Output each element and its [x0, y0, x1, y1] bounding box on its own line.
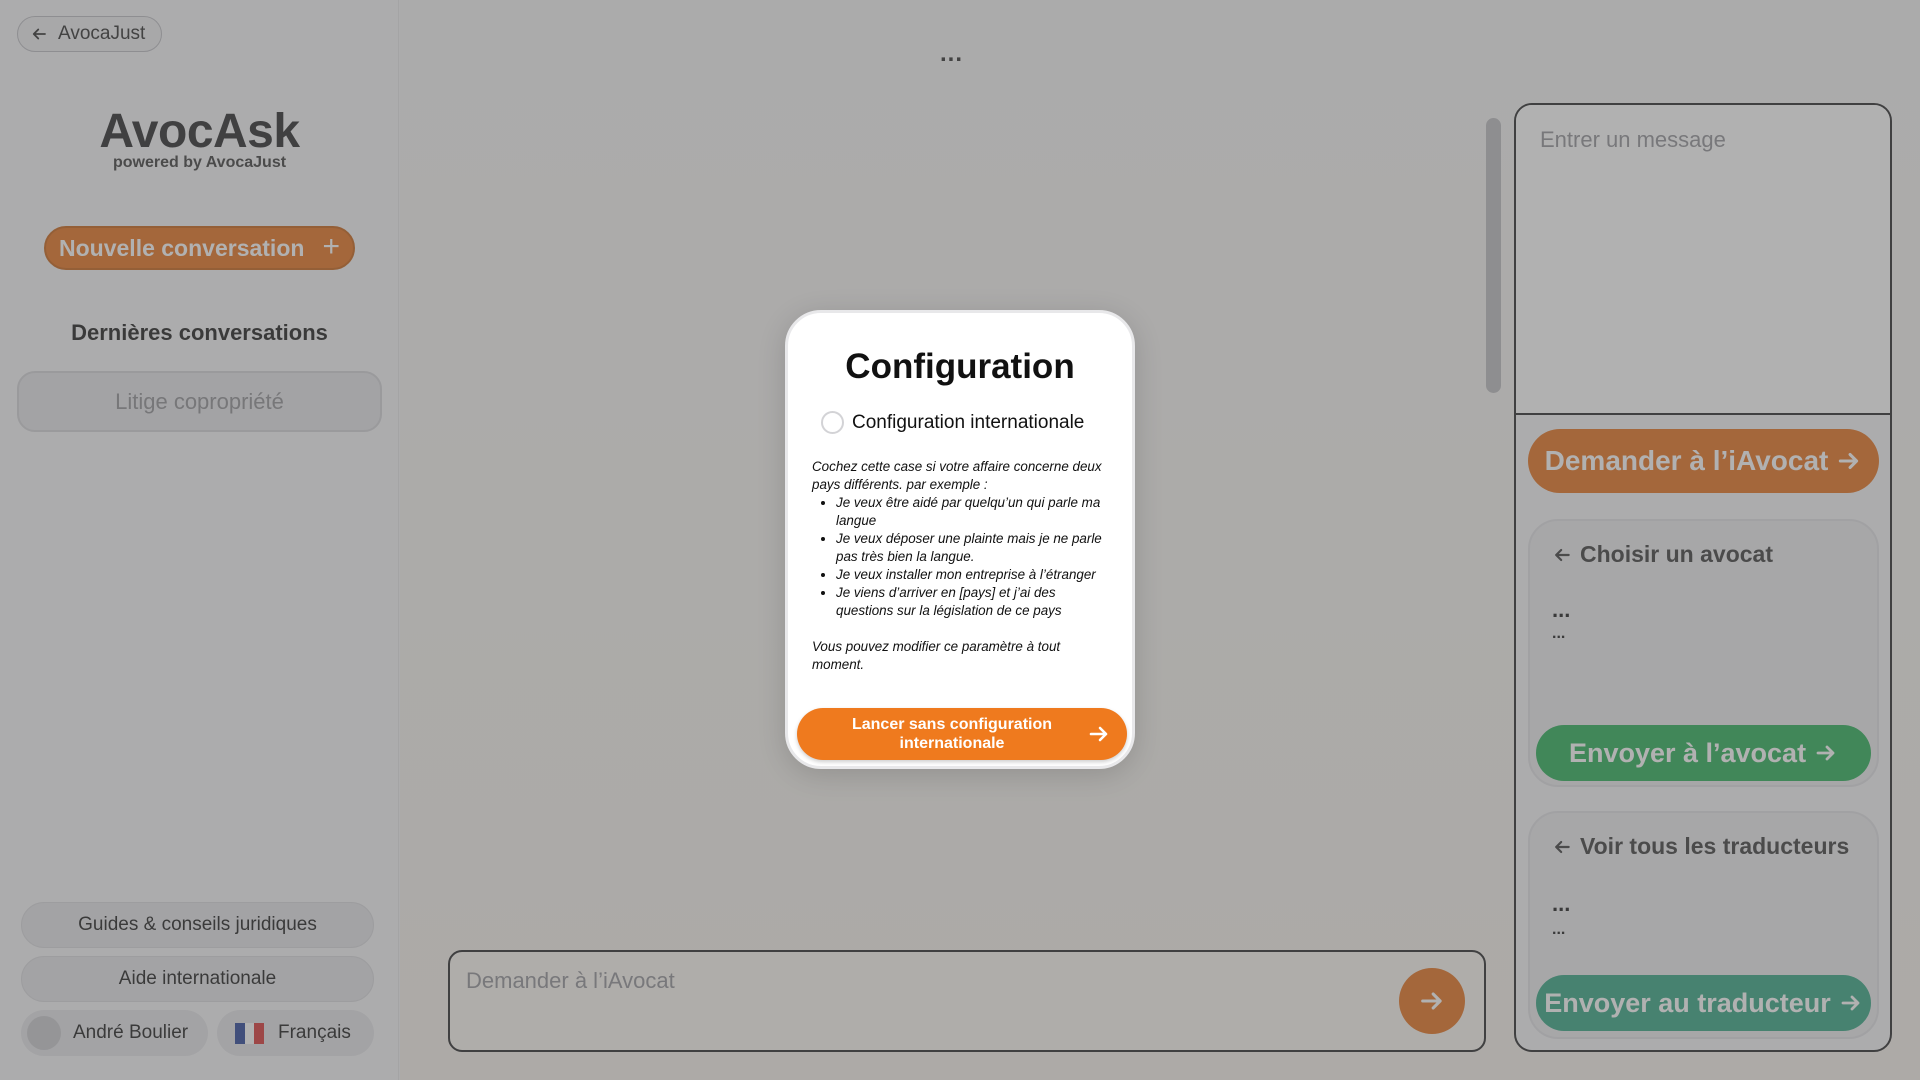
list-item: Je viens d’arriver en [pays] et j’ai des… — [836, 584, 1112, 620]
list-item: Je veux déposer une plainte mais je ne p… — [836, 530, 1112, 566]
configuration-modal: Configuration Configuration internationa… — [785, 310, 1135, 769]
checkbox-circle-icon[interactable] — [821, 411, 844, 434]
arrow-right-icon — [1089, 726, 1108, 742]
launch-button-label: Lancer sans configuration internationale — [851, 716, 1053, 752]
modal-note: Vous pouvez modifier ce paramètre à tout… — [812, 639, 1061, 672]
modal-description: Cochez cette case si votre affaire conce… — [812, 458, 1112, 674]
modal-intro: Cochez cette case si votre affaire conce… — [812, 459, 1102, 492]
checkbox-label: Configuration internationale — [852, 411, 1085, 433]
example-list: Je veux être aidé par quelqu’un qui parl… — [836, 494, 1112, 620]
modal-title: Configuration — [845, 347, 1075, 386]
launch-without-config-button[interactable]: Lancer sans configuration internationale — [797, 708, 1127, 760]
international-config-checkbox[interactable]: Configuration internationale — [821, 411, 1084, 434]
list-item: Je veux être aidé par quelqu’un qui parl… — [836, 494, 1112, 530]
list-item: Je veux installer mon entreprise à l’étr… — [836, 566, 1112, 584]
